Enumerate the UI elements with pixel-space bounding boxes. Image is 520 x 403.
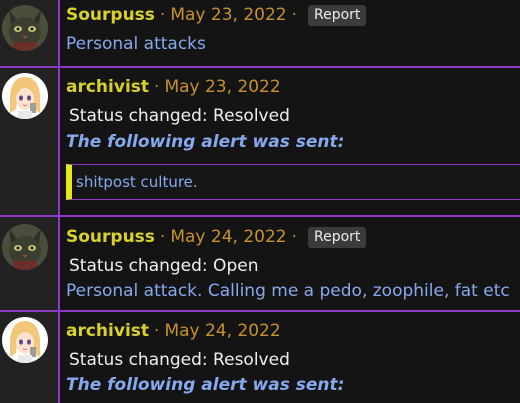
author-name[interactable]: archivist <box>66 321 149 341</box>
report-button[interactable]: Report <box>308 226 367 248</box>
meta-separator: · <box>291 227 297 247</box>
author-name[interactable]: archivist <box>66 77 149 97</box>
comment-entry: Sourpuss · May 23, 2022 · Report Persona… <box>0 0 520 66</box>
comment-entry: Sourpuss · May 24, 2022 · Report Status … <box>0 215 520 310</box>
comment-date[interactable]: May 23, 2022 <box>170 5 286 25</box>
comment-date[interactable]: May 23, 2022 <box>164 77 280 97</box>
cat-avatar-icon[interactable] <box>2 5 48 51</box>
cat-avatar-icon[interactable] <box>2 224 48 270</box>
report-button[interactable]: Report <box>308 4 367 26</box>
alert-quote: shitpost culture. <box>66 164 520 200</box>
avatar-gutter <box>0 217 60 310</box>
status-change: Status changed: Resolved <box>69 106 290 126</box>
comment-meta: Sourpuss · May 23, 2022 · Report <box>66 3 367 27</box>
avatar-gutter <box>0 0 60 66</box>
meta-separator: · <box>154 321 160 341</box>
status-change: Status changed: Resolved <box>69 350 290 370</box>
meta-separator: · <box>159 5 166 25</box>
comment-entry: archivist · May 23, 2022 Status changed:… <box>0 66 520 215</box>
anime-avatar-icon[interactable] <box>2 317 48 363</box>
author-name[interactable]: Sourpuss <box>66 5 155 25</box>
author-name[interactable]: Sourpuss <box>66 227 155 247</box>
anime-avatar-icon[interactable] <box>2 73 48 119</box>
avatar-gutter <box>0 68 60 215</box>
alert-quote-text: shitpost culture. <box>76 173 198 191</box>
alert-intro: The following alert was sent: <box>66 132 345 152</box>
alert-intro: The following alert was sent: <box>66 375 345 395</box>
comment-date[interactable]: May 24, 2022 <box>164 321 280 341</box>
comment-entry: archivist · May 24, 2022 Status changed:… <box>0 310 520 403</box>
status-change: Status changed: Open <box>69 256 259 276</box>
comment-meta: archivist · May 23, 2022 <box>66 75 281 99</box>
meta-separator: · <box>154 77 160 97</box>
avatar-gutter <box>0 312 60 403</box>
comment-meta: Sourpuss · May 24, 2022 · Report <box>66 225 367 249</box>
comment-date[interactable]: May 24, 2022 <box>170 227 286 247</box>
comment-body: Personal attacks <box>66 34 206 54</box>
comment-meta: archivist · May 24, 2022 <box>66 319 281 343</box>
comment-body: Personal attack. Calling me a pedo, zoop… <box>66 281 510 301</box>
meta-separator: · <box>291 5 297 25</box>
meta-separator: · <box>159 227 166 247</box>
